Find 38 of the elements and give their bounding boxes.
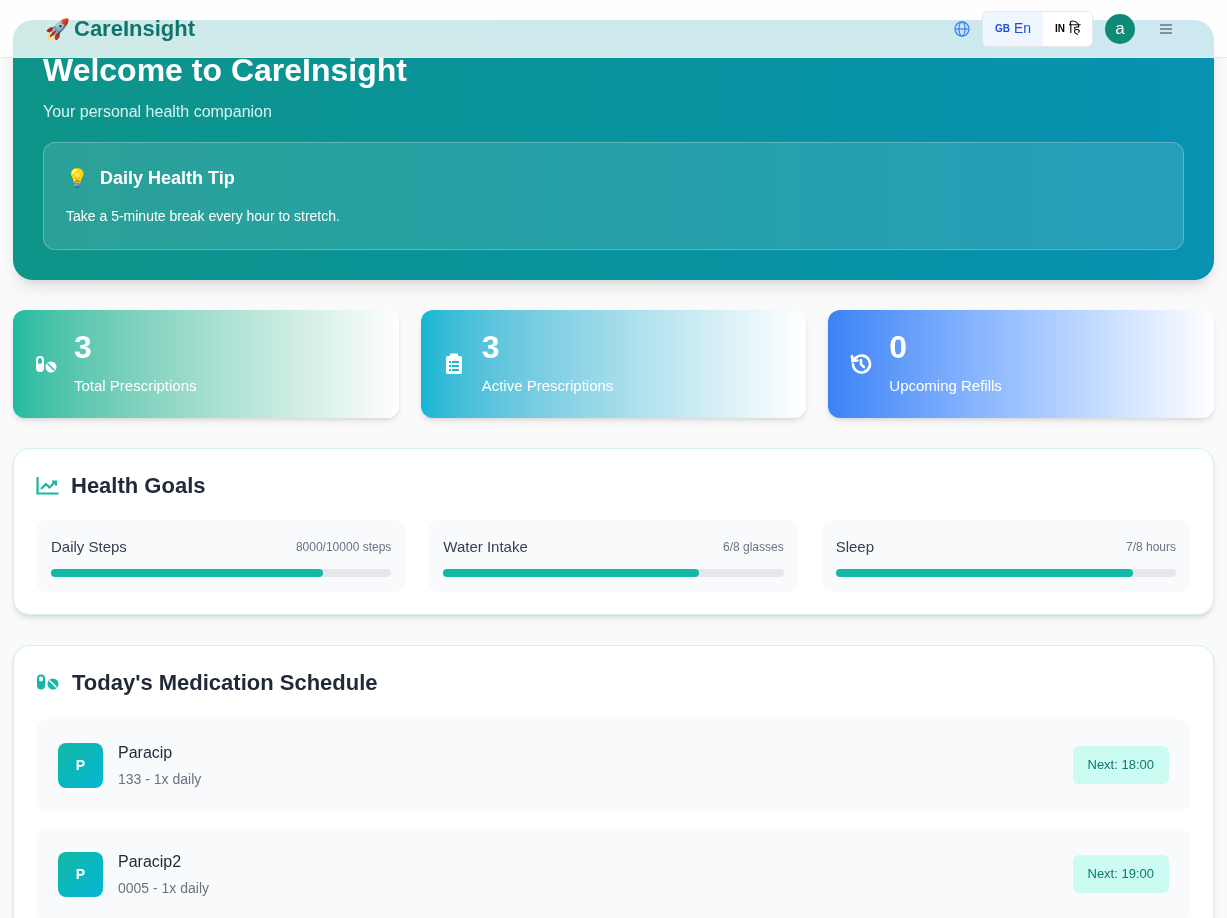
medication-initial: P	[58, 851, 103, 897]
pills-icon	[35, 355, 57, 373]
user-avatar[interactable]: a	[1105, 13, 1135, 44]
history-icon	[849, 352, 874, 376]
tip-text: Take a 5-minute break every hour to stretch.	[66, 207, 341, 226]
brand-link[interactable]: CareInsight	[74, 12, 196, 45]
tip-title: Daily Health Tip	[100, 167, 235, 190]
goal-reading: 6/8 glasses	[722, 539, 784, 557]
globe-icon[interactable]	[953, 20, 970, 37]
stat-value: 3	[74, 330, 93, 363]
stat-label: Active Prescriptions	[481, 375, 614, 396]
goal-reading: 7/8 hours	[1125, 539, 1176, 557]
stat-label: Upcoming Refills	[889, 375, 1002, 396]
next-dose-badge: Next: 19:00	[1072, 855, 1169, 893]
medication-dosage: 0005 - 1x daily	[118, 878, 210, 898]
stat-value: 0	[889, 330, 909, 363]
menu-icon[interactable]	[1159, 22, 1173, 35]
pills-icon	[36, 674, 60, 690]
goal-reading: 8000/10000 steps	[295, 539, 392, 557]
welcome-title: Welcome to CareInsight	[43, 51, 408, 90]
goal-name: Sleep	[835, 537, 875, 557]
rocket-icon: 🚀	[45, 13, 70, 44]
goal-name: Water Intake	[443, 537, 528, 557]
welcome-subtitle: Your personal health companion	[43, 102, 273, 122]
goal-name: Daily Steps	[51, 537, 127, 557]
lightbulb-icon: 💡	[66, 165, 88, 192]
medication-initial: P	[58, 742, 103, 788]
medication-dosage: 133 - 1x daily	[118, 769, 202, 789]
stat-label: Total Prescriptions	[74, 375, 197, 396]
medication-name: Paracip	[118, 742, 174, 763]
clipboard-icon	[444, 353, 463, 375]
section-title: Today's Medication Schedule	[72, 668, 378, 697]
next-dose-badge: Next: 18:00	[1072, 746, 1169, 784]
trend-chart-icon	[36, 476, 59, 495]
medication-name: Paracip2	[118, 851, 183, 872]
stat-value: 3	[481, 330, 501, 363]
section-title: Health Goals	[71, 472, 206, 500]
language-option[interactable]: GB En	[982, 11, 1043, 46]
